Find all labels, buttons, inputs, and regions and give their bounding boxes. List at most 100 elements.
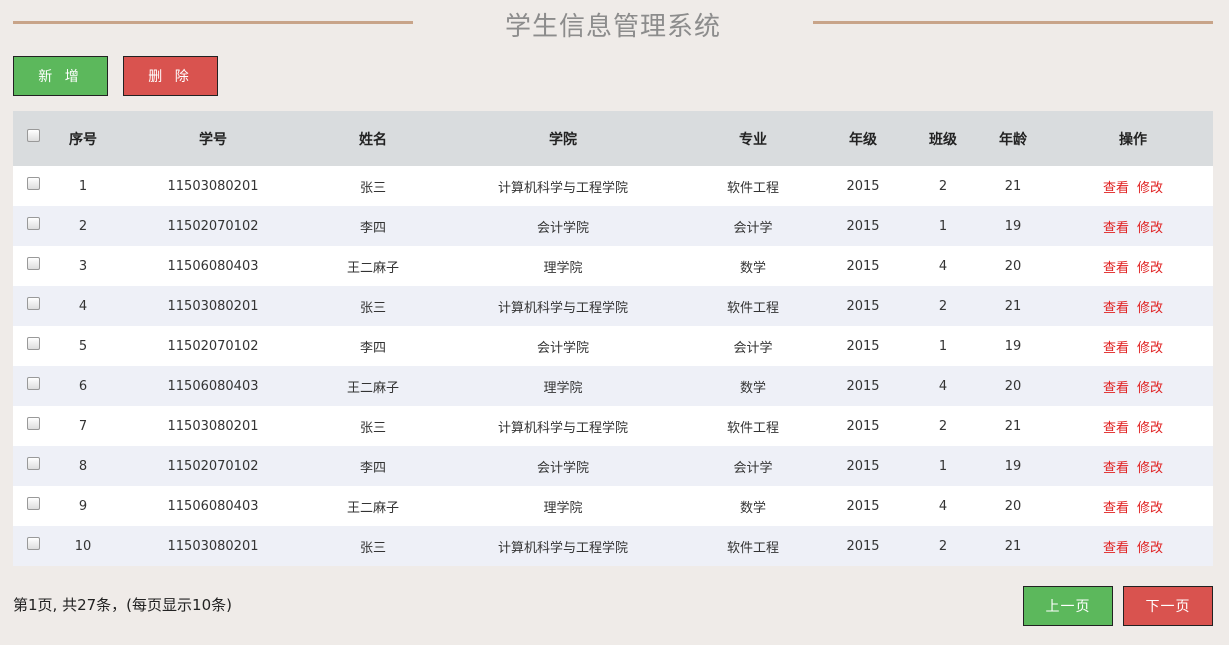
cell-student-id: 11502070102	[167, 338, 259, 354]
cell-no: 6	[78, 378, 88, 394]
row-checkbox[interactable]	[26, 536, 40, 550]
view-link[interactable]: 查看	[1103, 341, 1129, 356]
cell-age: 21	[1004, 298, 1022, 314]
cell-college: 理学院	[543, 380, 583, 396]
cell-name: 王二麻子	[346, 500, 399, 516]
row-checkbox[interactable]	[26, 376, 40, 390]
row-checkbox[interactable]	[26, 216, 40, 230]
row-checkbox[interactable]	[26, 496, 40, 510]
edit-link[interactable]: 修改	[1137, 341, 1163, 356]
cell-grade: 2015	[846, 218, 880, 234]
row-checkbox[interactable]	[26, 176, 40, 190]
cell-major: 软件工程	[726, 300, 779, 316]
edit-link[interactable]: 修改	[1137, 301, 1163, 316]
table-row: 2 11502070102 李四 会计学院 会计学 2015 1 19 查看 修改	[13, 206, 1213, 246]
delete-button[interactable]: 删 除	[123, 56, 218, 96]
view-link[interactable]: 查看	[1103, 501, 1129, 516]
table-row: 6 11506080403 王二麻子 理学院 数学 2015 4 20 查看 修改	[13, 366, 1213, 406]
view-link[interactable]: 查看	[1103, 221, 1129, 236]
cell-major: 数学	[739, 260, 766, 276]
cell-major: 数学	[739, 500, 766, 516]
edit-link[interactable]: 修改	[1137, 541, 1163, 556]
view-link[interactable]: 查看	[1103, 301, 1129, 316]
cell-student-id: 11502070102	[167, 218, 259, 234]
prev-page-button[interactable]: 上一页	[1023, 586, 1113, 626]
table-row: 5 11502070102 李四 会计学院 会计学 2015 1 19 查看 修改	[13, 326, 1213, 366]
cell-grade: 2015	[846, 178, 880, 194]
cell-age: 20	[1004, 498, 1022, 514]
cell-actions: 查看 修改	[1053, 366, 1213, 406]
cell-major: 会计学	[733, 220, 773, 236]
row-checkbox[interactable]	[26, 296, 40, 310]
cell-grade: 2015	[846, 298, 880, 314]
row-select-cell	[13, 526, 53, 566]
header-no: 序号	[69, 131, 97, 148]
edit-link[interactable]: 修改	[1137, 261, 1163, 276]
cell-name: 张三	[359, 300, 386, 316]
view-link[interactable]: 查看	[1103, 421, 1129, 436]
cell-age: 21	[1004, 178, 1022, 194]
table-row: 7 11503080201 张三 计算机科学与工程学院 软件工程 2015 2 21 查看 修改	[13, 406, 1213, 446]
table-row: 4 11503080201 张三 计算机科学与工程学院 软件工程 2015 2 21 查看 修改	[13, 286, 1213, 326]
cell-major: 数学	[739, 380, 766, 396]
table-row: 8 11502070102 李四 会计学院 会计学 2015 1 19 查看 修改	[13, 446, 1213, 486]
edit-link[interactable]: 修改	[1137, 221, 1163, 236]
pagination-summary: 第1页, 共27条，(每页显示10条)	[13, 596, 232, 614]
cell-actions: 查看 修改	[1053, 326, 1213, 366]
cell-major: 软件工程	[726, 420, 779, 436]
edit-link[interactable]: 修改	[1137, 181, 1163, 196]
cell-age: 19	[1004, 218, 1022, 234]
cell-student-id: 11506080403	[167, 378, 259, 394]
view-link[interactable]: 查看	[1103, 261, 1129, 276]
cell-grade: 2015	[846, 458, 880, 474]
row-select-cell	[13, 206, 53, 246]
add-button[interactable]: 新 增	[13, 56, 108, 96]
cell-no: 3	[78, 258, 88, 274]
table-row: 9 11506080403 王二麻子 理学院 数学 2015 4 20 查看 修改	[13, 486, 1213, 526]
edit-link[interactable]: 修改	[1137, 381, 1163, 396]
cell-name: 李四	[359, 340, 386, 356]
next-page-button[interactable]: 下一页	[1123, 586, 1213, 626]
cell-class: 4	[938, 258, 948, 274]
cell-class: 2	[938, 298, 948, 314]
row-checkbox[interactable]	[26, 256, 40, 270]
header-name: 姓名	[359, 131, 387, 148]
cell-grade: 2015	[846, 538, 880, 554]
view-link[interactable]: 查看	[1103, 381, 1129, 396]
page-title: 学生信息管理系统	[504, 12, 721, 42]
edit-link[interactable]: 修改	[1137, 421, 1163, 436]
cell-age: 20	[1004, 258, 1022, 274]
view-link[interactable]: 查看	[1103, 181, 1129, 196]
cell-actions: 查看 修改	[1053, 246, 1213, 286]
table-row: 3 11506080403 王二麻子 理学院 数学 2015 4 20 查看 修改	[13, 246, 1213, 286]
view-link[interactable]: 查看	[1103, 541, 1129, 556]
row-checkbox[interactable]	[26, 416, 40, 430]
cell-college: 会计学院	[536, 460, 589, 476]
cell-no: 5	[78, 338, 88, 354]
row-select-cell	[13, 246, 53, 286]
cell-name: 王二麻子	[346, 260, 399, 276]
edit-link[interactable]: 修改	[1137, 461, 1163, 476]
cell-class: 2	[938, 538, 948, 554]
view-link[interactable]: 查看	[1103, 461, 1129, 476]
cell-college: 理学院	[543, 260, 583, 276]
header-age: 年龄	[999, 131, 1027, 148]
select-all-checkbox[interactable]	[26, 129, 40, 142]
row-checkbox[interactable]	[26, 456, 40, 470]
header-grade: 年级	[849, 131, 877, 148]
cell-grade: 2015	[846, 378, 880, 394]
cell-student-id: 11503080201	[167, 418, 259, 434]
cell-student-id: 11506080403	[167, 258, 259, 274]
cell-no: 9	[78, 498, 88, 514]
cell-grade: 2015	[846, 258, 880, 274]
table-header-row: 序号 学号 姓名 学院 专业 年级 班级 年龄 操作	[13, 111, 1213, 166]
cell-student-id: 11503080201	[167, 178, 259, 194]
cell-no: 10	[74, 538, 92, 554]
cell-college: 计算机科学与工程学院	[497, 300, 628, 316]
cell-name: 张三	[359, 540, 386, 556]
row-checkbox[interactable]	[26, 336, 40, 350]
cell-class: 1	[938, 338, 948, 354]
cell-class: 1	[938, 218, 948, 234]
cell-no: 4	[78, 298, 88, 314]
edit-link[interactable]: 修改	[1137, 501, 1163, 516]
